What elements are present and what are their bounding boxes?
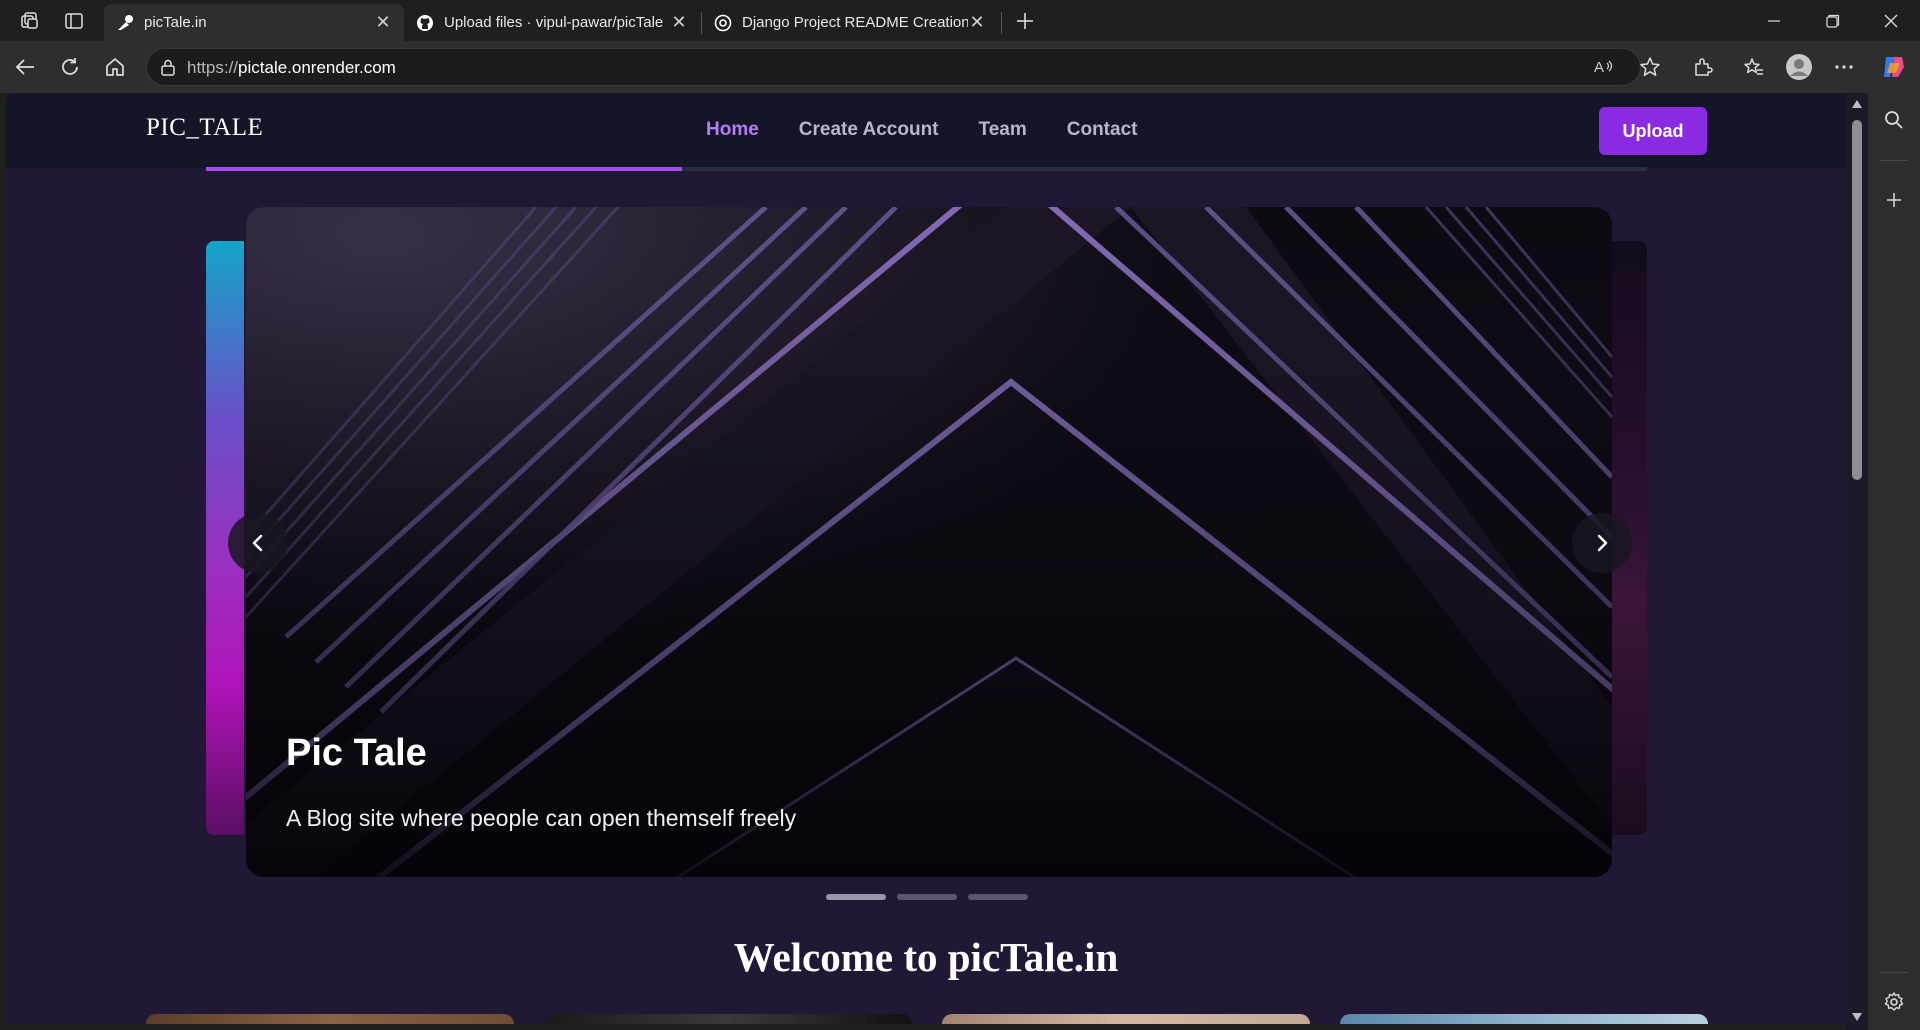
chevron-right-icon bbox=[1597, 534, 1608, 552]
site-logo[interactable]: PIC_TALE bbox=[146, 114, 263, 142]
settings-gear-icon[interactable] bbox=[1877, 985, 1911, 1019]
profile-avatar-icon[interactable] bbox=[1782, 50, 1816, 84]
sidebar-divider bbox=[1880, 160, 1908, 161]
chevron-left-icon bbox=[252, 534, 263, 552]
slide-subtitle: A Blog site where people can open themse… bbox=[286, 805, 797, 831]
read-aloud-icon[interactable]: A bbox=[1594, 57, 1616, 82]
carousel-indicator-3[interactable] bbox=[968, 894, 1028, 900]
url-host: pictale.onrender.com bbox=[238, 58, 396, 77]
tab-title: Upload files · vipul-pawar/picTale bbox=[444, 14, 664, 31]
vertical-tabs-icon[interactable] bbox=[61, 8, 87, 34]
page-viewport: PIC_TALE Home Create Account Team Contac… bbox=[6, 93, 1846, 1024]
tab-divider bbox=[1001, 12, 1002, 34]
upload-button[interactable]: Upload bbox=[1599, 107, 1707, 155]
slide-background-image bbox=[246, 207, 1612, 877]
reload-icon[interactable] bbox=[53, 50, 87, 84]
tab-chatgpt-readme[interactable]: Django Project README Creation ✕ bbox=[702, 4, 998, 41]
page-scrollbar[interactable] bbox=[1846, 93, 1868, 1030]
carousel-indicator-1[interactable] bbox=[826, 894, 886, 900]
nav-create-account-link[interactable]: Create Account bbox=[799, 119, 939, 141]
nav-contact-link[interactable]: Contact bbox=[1067, 119, 1138, 141]
add-sidebar-app-plus-icon[interactable] bbox=[1877, 183, 1911, 217]
new-tab-plus-icon[interactable] bbox=[1012, 8, 1038, 34]
svg-text:A: A bbox=[1594, 59, 1604, 76]
more-options-icon[interactable] bbox=[1827, 50, 1861, 84]
carousel-progress-bar bbox=[206, 167, 1647, 171]
address-bar[interactable]: https://pictale.onrender.com A bbox=[146, 48, 1641, 86]
home-icon[interactable] bbox=[98, 50, 132, 84]
scroll-down-arrow-icon[interactable] bbox=[1850, 1010, 1864, 1024]
tab-github-upload[interactable]: Upload files · vipul-pawar/picTale ✕ bbox=[404, 4, 700, 41]
close-tab-icon[interactable]: ✕ bbox=[968, 12, 986, 32]
tab-pictale[interactable]: picTale.in ✕ bbox=[104, 4, 404, 41]
post-card[interactable] bbox=[942, 1014, 1310, 1024]
carousel-prev-button[interactable] bbox=[228, 513, 288, 573]
scrollbar-thumb[interactable] bbox=[1852, 120, 1862, 480]
close-window-icon[interactable] bbox=[1862, 4, 1920, 38]
nav-home-link[interactable]: Home bbox=[706, 119, 759, 141]
close-tab-icon[interactable]: ✕ bbox=[670, 12, 688, 32]
carousel-progress-fill bbox=[206, 167, 682, 171]
url-text[interactable]: https://pictale.onrender.com bbox=[187, 58, 396, 78]
url-scheme: https:// bbox=[187, 58, 239, 77]
carousel-indicators bbox=[826, 894, 1028, 900]
site-navbar: PIC_TALE Home Create Account Team Contac… bbox=[6, 93, 1846, 168]
browser-sidebar bbox=[1868, 93, 1920, 1030]
welcome-heading: Welcome to picTale.in bbox=[733, 934, 1119, 980]
github-icon bbox=[416, 14, 434, 32]
search-icon[interactable] bbox=[1877, 103, 1911, 137]
back-arrow-icon[interactable] bbox=[8, 50, 42, 84]
site-menu: Home Create Account Team Contact bbox=[706, 119, 1137, 141]
post-card[interactable] bbox=[1340, 1014, 1708, 1024]
minimize-icon[interactable] bbox=[1745, 4, 1803, 38]
workspaces-icon[interactable] bbox=[17, 8, 43, 34]
post-card[interactable] bbox=[544, 1014, 912, 1024]
browser-toolbar: https://pictale.onrender.com A bbox=[0, 41, 1920, 93]
extensions-icon[interactable] bbox=[1686, 50, 1720, 84]
favorites-icon[interactable] bbox=[1737, 50, 1771, 84]
chatgpt-icon bbox=[714, 14, 732, 32]
tab-title: Django Project README Creation bbox=[742, 14, 968, 31]
carousel-indicator-2[interactable] bbox=[897, 894, 957, 900]
post-card[interactable] bbox=[146, 1014, 514, 1024]
pictale-favicon-icon bbox=[116, 14, 134, 32]
tab-title: picTale.in bbox=[144, 14, 207, 31]
carousel-slide: Pic Tale A Blog site where people can op… bbox=[246, 207, 1612, 877]
slide-title: Pic Tale bbox=[286, 732, 427, 774]
site-info-lock-icon[interactable] bbox=[159, 58, 177, 81]
close-tab-icon[interactable]: ✕ bbox=[374, 12, 392, 32]
browser-titlebar: picTale.in ✕ Upload files · vipul-pawar/… bbox=[0, 0, 1920, 41]
nav-team-link[interactable]: Team bbox=[979, 119, 1027, 141]
sidebar-divider bbox=[1880, 972, 1908, 973]
scroll-up-arrow-icon[interactable] bbox=[1850, 97, 1864, 111]
restore-icon[interactable] bbox=[1804, 4, 1862, 38]
copilot-icon[interactable] bbox=[1877, 50, 1911, 84]
favorite-star-icon[interactable] bbox=[1633, 50, 1667, 84]
carousel-next-button[interactable] bbox=[1572, 513, 1632, 573]
